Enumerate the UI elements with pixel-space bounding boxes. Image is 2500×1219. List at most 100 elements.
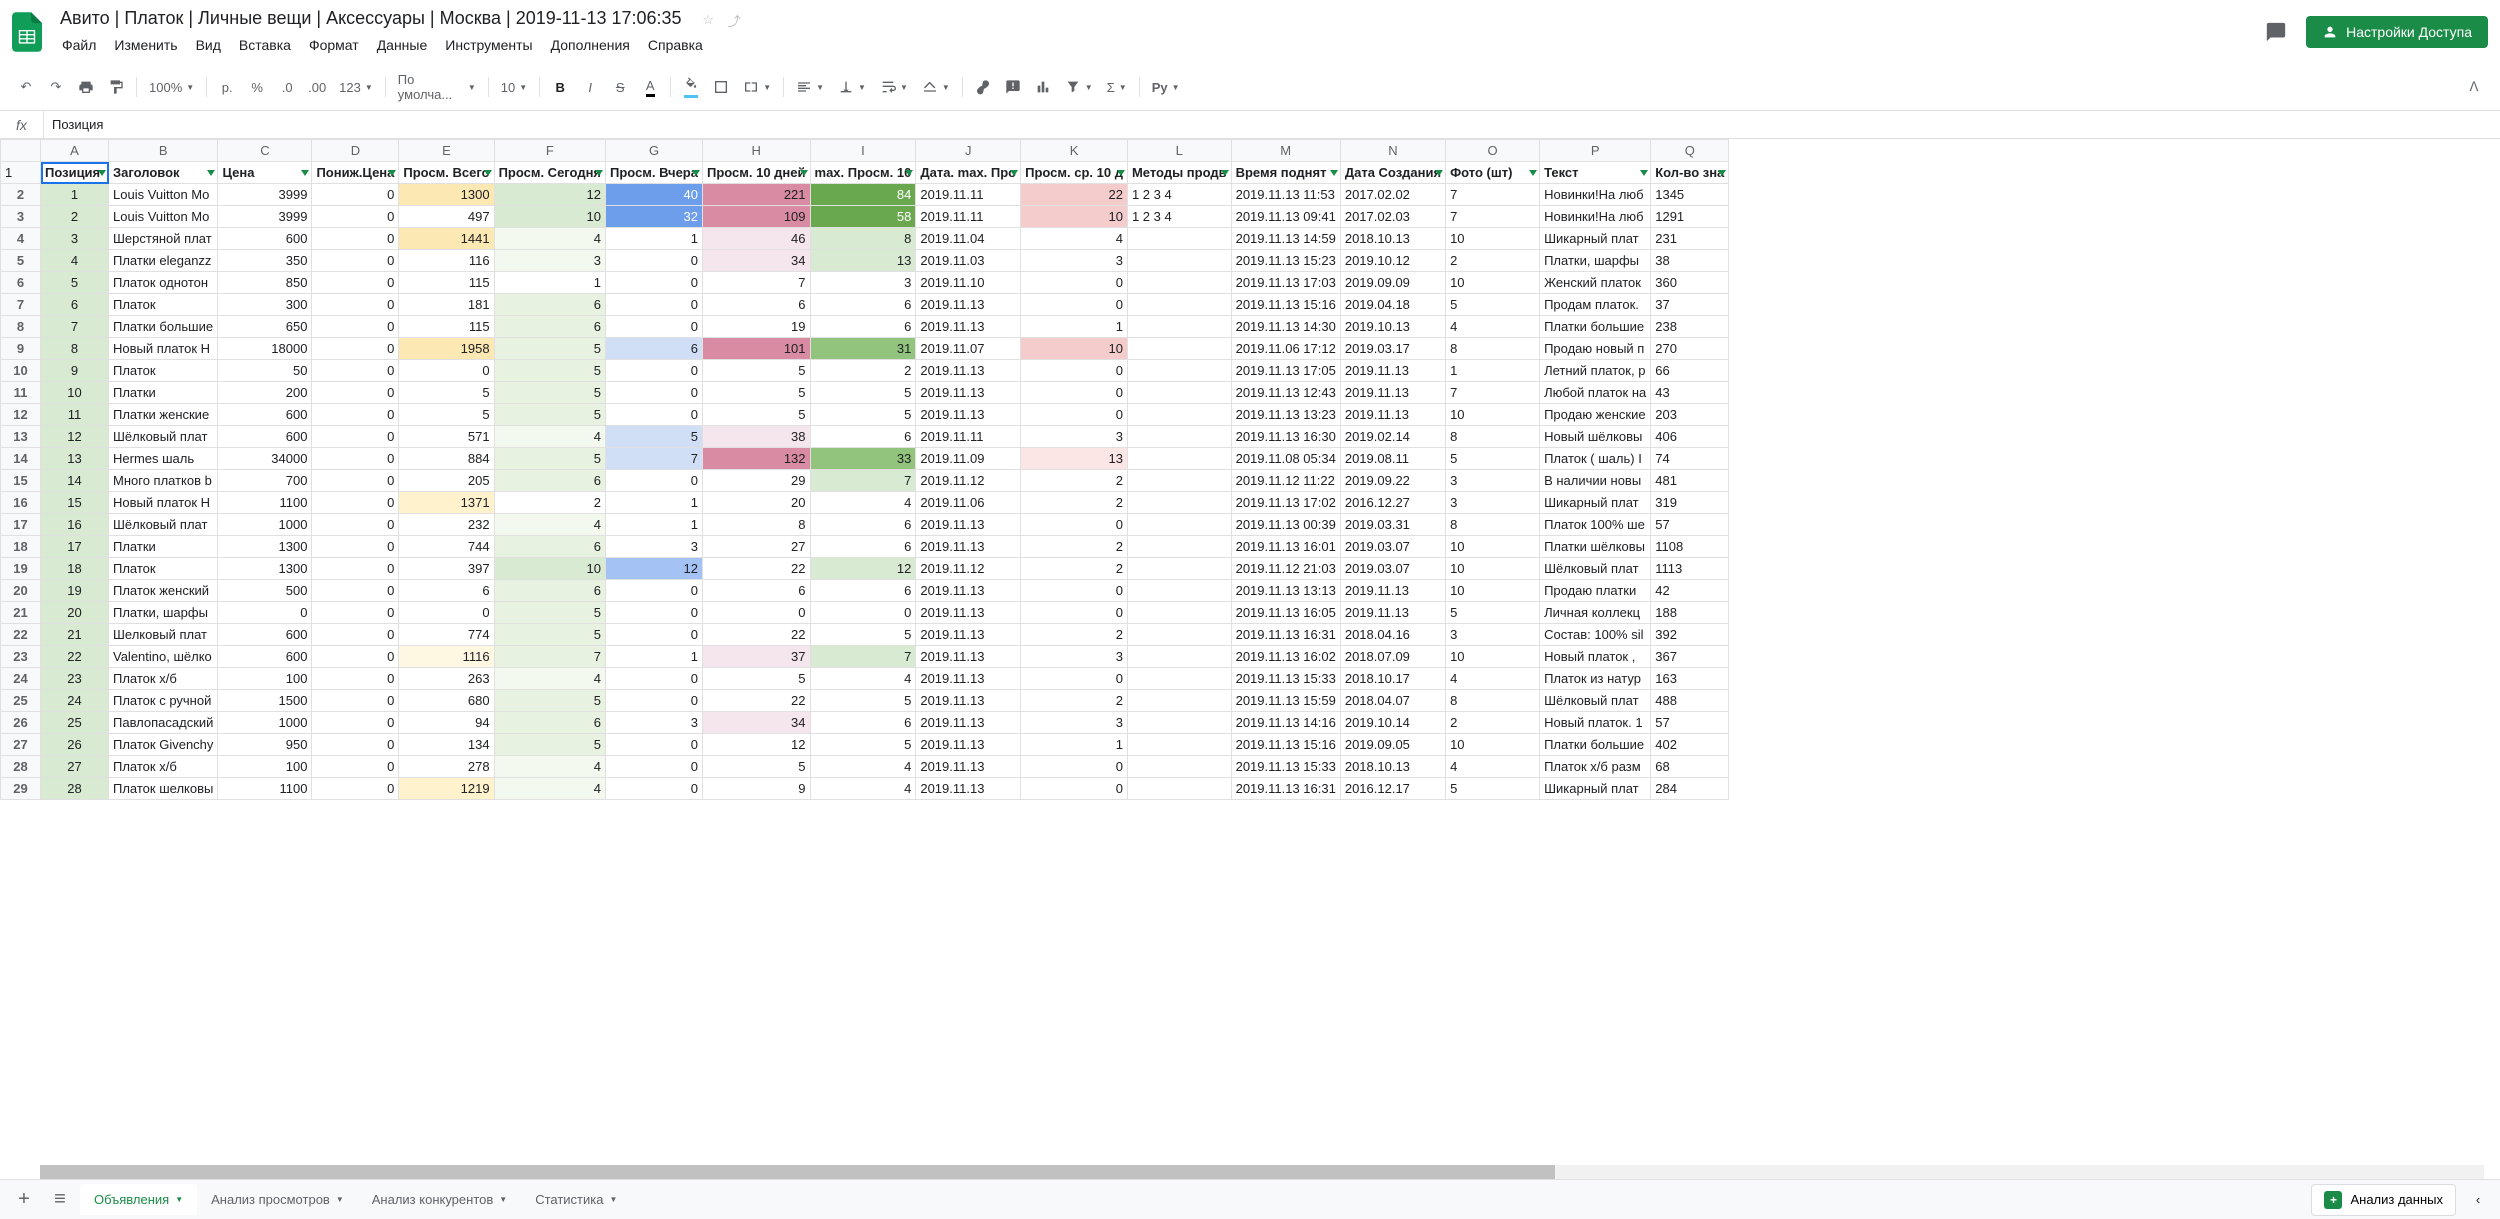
cell[interactable]: Платки женские xyxy=(109,404,218,426)
header-cell[interactable]: Просм. 10 дней xyxy=(702,162,810,184)
sheet-tab-caret-icon[interactable]: ▼ xyxy=(336,1195,344,1204)
cell[interactable]: 100 xyxy=(218,668,312,690)
cell[interactable]: Платок с ручной xyxy=(109,690,218,712)
header-cell[interactable]: Дата. max. Про xyxy=(916,162,1021,184)
cell[interactable]: 2019.11.13 14:30 xyxy=(1231,316,1340,338)
cell[interactable]: 40 xyxy=(606,184,703,206)
cell[interactable]: 680 xyxy=(399,690,494,712)
row-header[interactable]: 2 xyxy=(1,184,41,206)
cell[interactable]: 6 xyxy=(494,536,605,558)
font-size-select[interactable]: 10▼ xyxy=(495,76,533,99)
cell[interactable]: 5 xyxy=(810,734,916,756)
row-header[interactable]: 4 xyxy=(1,228,41,250)
cell[interactable]: 32 xyxy=(606,206,703,228)
cell[interactable]: 19 xyxy=(41,580,109,602)
cell[interactable]: 0 xyxy=(1021,756,1128,778)
cell[interactable]: 2019.11.13 xyxy=(916,646,1021,668)
cell[interactable]: 2018.10.13 xyxy=(1340,756,1445,778)
cell[interactable]: 1 2 3 4 xyxy=(1127,206,1231,228)
row-header[interactable]: 12 xyxy=(1,404,41,426)
row-header[interactable]: 1 xyxy=(1,162,41,184)
cell[interactable]: 0 xyxy=(1021,602,1128,624)
cell[interactable]: 2019.11.13 11:53 xyxy=(1231,184,1340,206)
cell[interactable]: 0 xyxy=(312,602,399,624)
cell[interactable]: 2019.11.13 xyxy=(916,690,1021,712)
add-sheet-icon[interactable]: + xyxy=(8,1184,40,1216)
cell[interactable]: 1 xyxy=(41,184,109,206)
cell[interactable]: 0 xyxy=(702,602,810,624)
cell[interactable]: Платки xyxy=(109,382,218,404)
row-header[interactable]: 27 xyxy=(1,734,41,756)
cell[interactable]: 0 xyxy=(606,624,703,646)
cell[interactable]: 2019.11.03 xyxy=(916,250,1021,272)
cell[interactable]: 0 xyxy=(312,492,399,514)
chart-icon[interactable] xyxy=(1029,73,1057,101)
cell[interactable]: Платки xyxy=(109,536,218,558)
decrease-decimal-icon[interactable]: .0 xyxy=(273,73,301,101)
cell[interactable]: 10 xyxy=(494,206,605,228)
cell[interactable]: 2019.11.13 xyxy=(916,382,1021,404)
cell[interactable]: 0 xyxy=(606,778,703,800)
menu-вставка[interactable]: Вставка xyxy=(231,33,299,57)
cell[interactable]: 300 xyxy=(218,294,312,316)
cell[interactable]: 163 xyxy=(1651,668,1729,690)
comment-icon[interactable] xyxy=(999,73,1027,101)
cell[interactable]: 1 xyxy=(606,646,703,668)
cell[interactable]: 0 xyxy=(606,668,703,690)
row-header[interactable]: 17 xyxy=(1,514,41,536)
addon-py-icon[interactable]: Py▼ xyxy=(1146,76,1186,99)
cell[interactable]: 4 xyxy=(494,228,605,250)
cell[interactable]: 2019.11.13 xyxy=(1340,382,1445,404)
sheet-tab[interactable]: Статистика▼ xyxy=(521,1184,631,1215)
side-panel-toggle-icon[interactable]: ‹ xyxy=(2464,1186,2492,1214)
cell[interactable]: Платки шёлковы xyxy=(1540,536,1651,558)
cell[interactable]: Новый платок Н xyxy=(109,338,218,360)
cell[interactable]: 650 xyxy=(218,316,312,338)
cell[interactable]: 6 xyxy=(494,316,605,338)
cell[interactable]: 600 xyxy=(218,624,312,646)
cell[interactable]: 0 xyxy=(312,712,399,734)
filter-dropdown-icon[interactable] xyxy=(1640,170,1648,176)
h-align-icon[interactable]: ▼ xyxy=(790,75,830,99)
cell[interactable]: 0 xyxy=(312,338,399,360)
cell[interactable]: Платки большие xyxy=(1540,316,1651,338)
cell[interactable]: 600 xyxy=(218,228,312,250)
cell[interactable]: Платки большие xyxy=(109,316,218,338)
cell[interactable]: Платок х/б xyxy=(109,668,218,690)
cell[interactable]: 2019.11.13 xyxy=(1340,360,1445,382)
cell[interactable]: 5 xyxy=(41,272,109,294)
collapse-toolbar-icon[interactable]: ᐱ xyxy=(2460,73,2488,101)
filter-dropdown-icon[interactable] xyxy=(388,170,396,176)
row-header[interactable]: 14 xyxy=(1,448,41,470)
row-header[interactable]: 28 xyxy=(1,756,41,778)
cell[interactable]: 278 xyxy=(399,756,494,778)
wrap-icon[interactable]: ▼ xyxy=(874,75,914,99)
cell[interactable]: 25 xyxy=(41,712,109,734)
cell[interactable]: 5 xyxy=(494,404,605,426)
cell[interactable] xyxy=(1127,360,1231,382)
cell[interactable]: 402 xyxy=(1651,734,1729,756)
cell[interactable]: 6 xyxy=(399,580,494,602)
cell[interactable]: Новый шёлковы xyxy=(1540,426,1651,448)
cell[interactable]: 66 xyxy=(1651,360,1729,382)
cell[interactable]: 0 xyxy=(312,734,399,756)
cell[interactable]: 2019.11.12 xyxy=(916,558,1021,580)
cell[interactable]: 27 xyxy=(41,756,109,778)
cell[interactable]: 2019.11.13 15:59 xyxy=(1231,690,1340,712)
cell[interactable]: 13 xyxy=(41,448,109,470)
cell[interactable]: 16 xyxy=(41,514,109,536)
cell[interactable]: 46 xyxy=(702,228,810,250)
filter-dropdown-icon[interactable] xyxy=(905,170,913,176)
menu-изменить[interactable]: Изменить xyxy=(106,33,185,57)
cell[interactable]: Платок х/б разм xyxy=(1540,756,1651,778)
cell[interactable]: 109 xyxy=(702,206,810,228)
cell[interactable]: 0 xyxy=(312,690,399,712)
cell[interactable]: 3999 xyxy=(218,206,312,228)
filter-dropdown-icon[interactable] xyxy=(301,170,309,176)
cell[interactable]: 22 xyxy=(702,624,810,646)
cell[interactable]: 0 xyxy=(606,404,703,426)
cell[interactable]: 19 xyxy=(702,316,810,338)
cell[interactable] xyxy=(1127,580,1231,602)
cell[interactable]: Павлопасадский xyxy=(109,712,218,734)
cell[interactable]: 6 xyxy=(810,316,916,338)
